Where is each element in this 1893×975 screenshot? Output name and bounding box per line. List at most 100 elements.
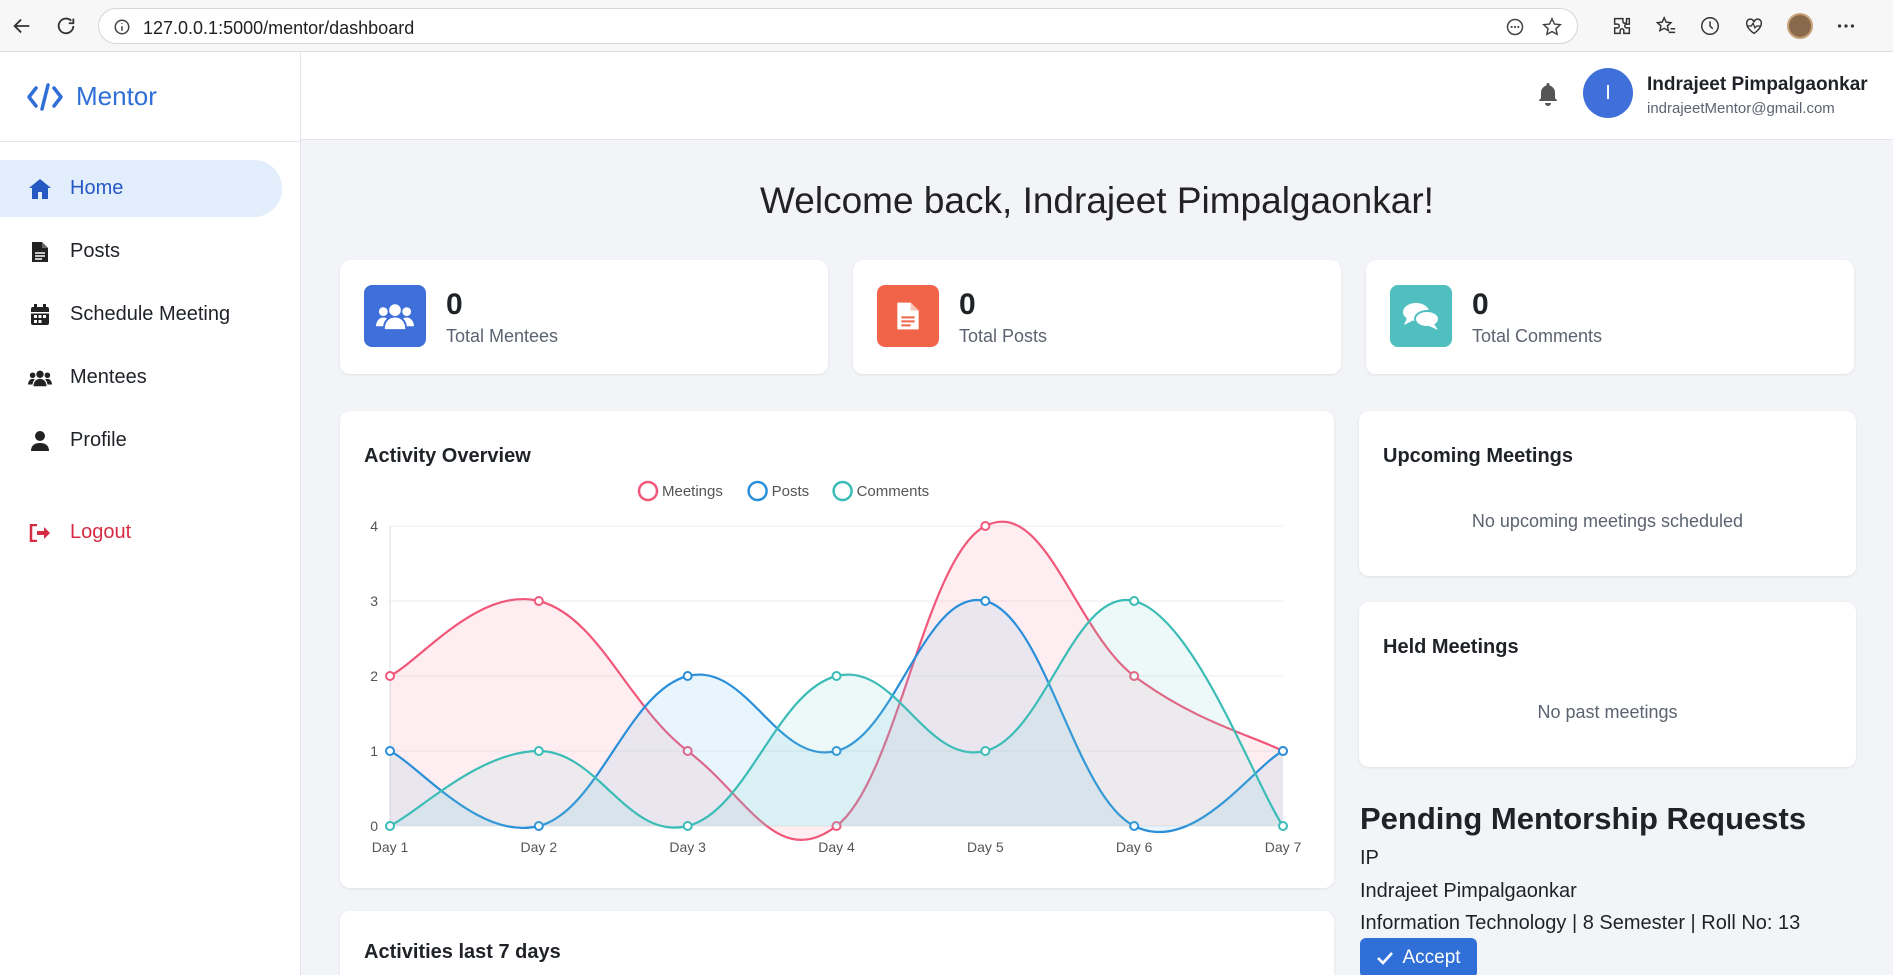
sidebar-item-label: Posts [70,240,121,262]
stat-card-comments: 0 Total Comments [1366,260,1854,374]
stat-label: Total Mentees [446,326,559,346]
back-button[interactable] [10,14,34,38]
page-title: Welcome back, Indrajeet Pimpalgaonkar! [760,180,1434,221]
info-icon [114,19,130,35]
sidebar-item-label: Schedule Meeting [70,303,231,325]
profile-avatar-icon[interactable] [1787,13,1813,39]
more-icon[interactable] [1835,15,1857,37]
y-tick-label: 0 [370,818,378,834]
bell-icon[interactable] [1537,82,1559,106]
url-text: 127.0.0.1:5000/mentor/dashboard [143,18,415,38]
x-tick-label: Day 2 [521,839,558,855]
legend-swatch-posts [747,480,768,502]
user-icon [31,430,49,451]
users-icon [364,285,426,347]
users-icon [28,370,52,386]
data-point-posts [1278,746,1288,756]
brand[interactable]: Mentor [0,52,300,142]
sidebar-item-label: Mentees [70,366,147,388]
held-meetings-panel: Held Meetings No past meetings [1359,602,1856,767]
brand-name: Mentor [76,81,157,111]
stat-card-posts: 0 Total Posts [853,260,1341,374]
logout-icon [29,523,50,542]
stat-value: 0 [446,288,463,321]
health-icon[interactable] [1743,15,1765,37]
activities-last-7-days-panel: Activities last 7 days [340,911,1334,975]
stat-label: Total Comments [1472,326,1603,346]
data-point-comments [1129,596,1140,606]
y-tick-label: 4 [370,518,378,534]
x-tick-label: Day 3 [669,839,706,855]
favorites-icon[interactable] [1655,15,1677,37]
data-point-comments [533,746,544,756]
sidebar-item-home[interactable]: Home [0,160,282,217]
accept-label: Accept [1402,947,1461,968]
data-point-meetings [385,671,395,681]
sidebar-item-schedule-meeting[interactable]: Schedule Meeting [0,286,282,343]
sidebar: Mentor Home Posts Schedule Meeting Mente… [0,52,301,975]
stat-card-mentees: 0 Total Mentees [340,260,828,374]
y-tick-label: 2 [370,668,378,684]
request-initials: IP [1360,847,1379,869]
reload-button[interactable] [54,14,78,38]
browser-toolbar: 127.0.0.1:5000/mentor/dashboard [0,0,1893,52]
check-icon [1377,952,1394,965]
sidebar-item-posts[interactable]: Posts [0,223,282,280]
upcoming-meetings-title: Upcoming Meetings [1383,445,1574,467]
activities-last-7-days-title: Activities last 7 days [364,941,561,963]
request-name: Indrajeet Pimpalgaonkar [1360,880,1577,902]
x-tick-label: Day 1 [372,839,409,855]
code-icon [27,82,63,111]
star-icon[interactable] [1541,16,1563,38]
sidebar-item-label: Home [70,177,124,199]
stat-label: Total Posts [959,326,1048,346]
legend-label-posts: Posts [772,483,810,500]
held-meetings-empty: No past meetings [1537,702,1678,722]
stat-value: 0 [959,288,976,321]
x-tick-label: Day 6 [1116,839,1153,855]
user-email: indrajeetMentor@gmail.com [1647,100,1835,117]
logout-button[interactable]: Logout [0,504,282,561]
history-icon[interactable] [1699,15,1721,37]
y-tick-label: 1 [370,743,378,759]
upcoming-meetings-empty: No upcoming meetings scheduled [1471,511,1744,531]
top-header: I Indrajeet Pimpalgaonkar indrajeetMento… [301,52,1893,140]
held-meetings-title: Held Meetings [1383,636,1519,658]
logout-label: Logout [70,521,132,543]
x-tick-label: Day 5 [967,839,1004,855]
home-icon [29,178,51,199]
data-point-posts [682,671,693,681]
legend-swatch-meetings [637,480,659,502]
data-point-posts [385,746,395,756]
request-details: Information Technology | 8 Semester | Ro… [1360,912,1801,934]
legend-swatch-comments [832,480,853,502]
sidebar-item-mentees[interactable]: Mentees [0,349,282,406]
activity-overview-panel: Activity Overview 0 1 2 3 4 Day 1 Day 2 Day 3 Da… [340,411,1334,888]
legend-label-comments: Comments [857,483,930,500]
puzzle-icon[interactable] [1611,15,1633,37]
accept-button[interactable]: Accept [1360,938,1477,975]
data-point-comments [831,671,842,681]
sidebar-item-profile[interactable]: Profile [0,412,282,469]
address-bar[interactable]: 127.0.0.1:5000/mentor/dashboard [98,8,1578,44]
upcoming-meetings-panel: Upcoming Meetings No upcoming meetings s… [1359,411,1856,576]
y-tick-label: 3 [370,593,378,609]
data-point-meetings [533,596,544,606]
data-point-comments [980,746,991,756]
file-icon [877,285,939,347]
data-point-comments [682,821,693,831]
avatar[interactable]: I [1583,68,1633,118]
pending-requests-title: Pending Mentorship Requests [1360,801,1807,836]
more-circle-icon[interactable] [1505,17,1525,37]
document-icon [32,241,48,262]
sidebar-menu: Home Posts Schedule Meeting Mentees Prof… [0,142,300,561]
reload-icon [57,17,75,35]
arrow-left-icon [13,18,30,34]
sidebar-item-label: Profile [70,429,127,451]
calendar-icon [31,303,49,325]
user-name: Indrajeet Pimpalgaonkar [1647,74,1868,95]
stat-value: 0 [1472,288,1489,321]
comments-icon [1390,285,1452,347]
x-tick-label: Day 4 [818,839,855,855]
data-point-meetings [980,521,991,531]
